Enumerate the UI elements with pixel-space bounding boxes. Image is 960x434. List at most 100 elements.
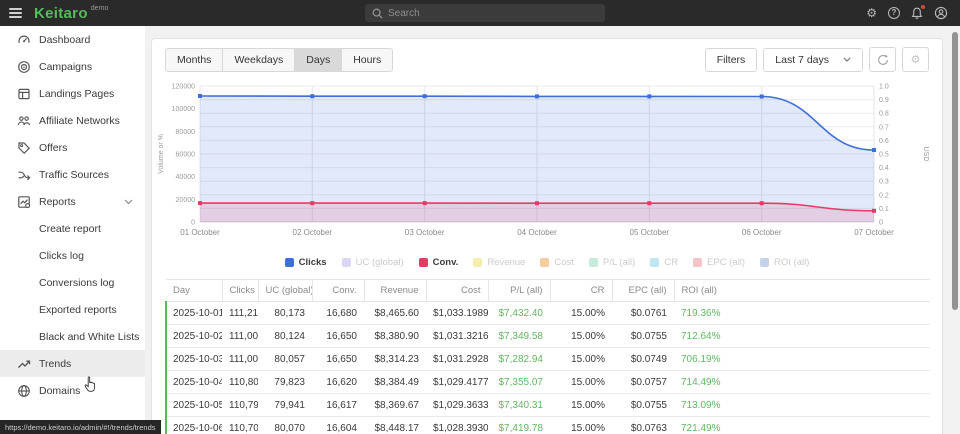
legend-label: P/L (all) bbox=[603, 257, 635, 268]
cell-epc-all: $0.0755 bbox=[612, 325, 674, 348]
table-row: 2025-10-04110,8079,82316,620$8,384.49$1,… bbox=[166, 371, 930, 394]
cell-cr: 15.00% bbox=[550, 417, 612, 434]
legend-item-cost[interactable]: Cost bbox=[540, 257, 574, 268]
sidebar-item-traffic-sources[interactable]: Traffic Sources bbox=[0, 161, 145, 188]
legend-item-conv[interactable]: Conv. bbox=[419, 257, 459, 268]
svg-text:04 October: 04 October bbox=[517, 228, 557, 237]
cell-day: 2025-10-03 bbox=[166, 348, 222, 371]
cell-uc-global: 80,124 bbox=[258, 325, 312, 348]
sidebar-item-exported-reports[interactable]: Exported reports bbox=[0, 296, 145, 323]
sidebar-item-offers[interactable]: Offers bbox=[0, 134, 145, 161]
legend-item-uc-global[interactable]: UC (global) bbox=[342, 257, 404, 268]
sidebar-item-label: Trends bbox=[39, 358, 71, 370]
legend-item-revenue[interactable]: Revenue bbox=[473, 257, 525, 268]
column-header-conv[interactable]: Conv. bbox=[312, 280, 364, 302]
cell-roi-all: 719.36% bbox=[674, 302, 930, 325]
svg-text:20000: 20000 bbox=[176, 197, 196, 204]
cell-p-l-all: $7,432.40 bbox=[488, 302, 550, 325]
cell-uc-global: 80,057 bbox=[258, 348, 312, 371]
scrollbar-thumb[interactable] bbox=[952, 32, 958, 310]
legend-label: EPC (all) bbox=[707, 257, 745, 268]
column-header-revenue[interactable]: Revenue bbox=[364, 280, 426, 302]
sidebar-item-trends[interactable]: Trends bbox=[0, 350, 145, 377]
legend-item-clicks[interactable]: Clicks bbox=[285, 257, 327, 268]
tab-days[interactable]: Days bbox=[295, 49, 342, 71]
table-header-row: DayClicksUC (global)Conv.RevenueCostP/L … bbox=[166, 280, 930, 302]
column-header-p-l-all[interactable]: P/L (all) bbox=[488, 280, 550, 302]
sidebar-item-create-report[interactable]: Create report bbox=[0, 215, 145, 242]
trends-icon bbox=[17, 357, 31, 371]
column-header-day[interactable]: Day bbox=[166, 280, 222, 302]
sidebar-item-label: Black and White Lists bbox=[39, 331, 139, 343]
date-range-select[interactable]: Last 7 days bbox=[763, 48, 863, 72]
cell-p-l-all: $7,349.58 bbox=[488, 325, 550, 348]
cell-revenue: $8,369.67 bbox=[364, 394, 426, 417]
legend-item-epc-all[interactable]: EPC (all) bbox=[693, 257, 745, 268]
svg-text:06 October: 06 October bbox=[742, 228, 782, 237]
sidebar-item-campaigns[interactable]: Campaigns bbox=[0, 53, 145, 80]
svg-text:05 October: 05 October bbox=[630, 228, 670, 237]
legend-swatch bbox=[540, 258, 549, 267]
sidebar-item-domains[interactable]: Domains bbox=[0, 377, 145, 404]
legend-item-p-l-all[interactable]: P/L (all) bbox=[589, 257, 635, 268]
cell-day: 2025-10-04 bbox=[166, 371, 222, 394]
sidebar-item-label: Clicks log bbox=[39, 250, 84, 262]
page-scrollbar[interactable] bbox=[950, 26, 960, 434]
svg-text:80000: 80000 bbox=[176, 129, 196, 136]
sidebar-item-dashboard[interactable]: Dashboard bbox=[0, 26, 145, 53]
tab-months[interactable]: Months bbox=[166, 49, 223, 71]
svg-text:100000: 100000 bbox=[172, 106, 195, 113]
global-search[interactable] bbox=[365, 4, 605, 22]
svg-text:120000: 120000 bbox=[172, 84, 195, 91]
svg-text:0.3: 0.3 bbox=[879, 179, 889, 186]
sidebar-item-reports[interactable]: Reports bbox=[0, 188, 145, 215]
cell-uc-global: 80,173 bbox=[258, 302, 312, 325]
sidebar-item-landings-pages[interactable]: Landings Pages bbox=[0, 80, 145, 107]
campaigns-icon bbox=[17, 60, 31, 74]
main-content: MonthsWeekdaysDaysHours Filters Last 7 d… bbox=[145, 26, 950, 434]
column-header-roi-all[interactable]: ROI (all) bbox=[674, 280, 930, 302]
report-settings-button[interactable]: ⚙ bbox=[902, 47, 929, 72]
legend-item-cr[interactable]: CR bbox=[650, 257, 678, 268]
app-logo[interactable]: Keitaro bbox=[34, 5, 88, 22]
sidebar-item-label: Affiliate Networks bbox=[39, 115, 120, 127]
legend-swatch bbox=[473, 258, 482, 267]
notification-badge bbox=[921, 5, 925, 9]
menu-toggle-icon[interactable] bbox=[0, 0, 30, 26]
column-header-clicks[interactable]: Clicks bbox=[222, 280, 258, 302]
sidebar-item-clicks-log[interactable]: Clicks log bbox=[0, 242, 145, 269]
legend-swatch bbox=[650, 258, 659, 267]
settings-icon[interactable]: ⚙ bbox=[866, 7, 877, 19]
filters-button[interactable]: Filters bbox=[705, 48, 758, 72]
table-row: 2025-10-05110,7979,94116,617$8,369.67$1,… bbox=[166, 394, 930, 417]
account-icon[interactable] bbox=[934, 6, 948, 20]
legend-label: Cost bbox=[554, 257, 574, 268]
chart-legend: Clicks UC (global) Conv. Revenue Cost P/L (al… bbox=[152, 251, 942, 273]
cell-revenue: $8,384.49 bbox=[364, 371, 426, 394]
column-header-epc-all[interactable]: EPC (all) bbox=[612, 280, 674, 302]
tab-weekdays[interactable]: Weekdays bbox=[223, 49, 295, 71]
trends-card: MonthsWeekdaysDaysHours Filters Last 7 d… bbox=[151, 38, 943, 434]
search-input[interactable] bbox=[388, 8, 598, 19]
sidebar-item-label: Traffic Sources bbox=[39, 169, 109, 181]
sidebar-item-conversions-log[interactable]: Conversions log bbox=[0, 269, 145, 296]
cell-day: 2025-10-06 bbox=[166, 417, 222, 434]
legend-swatch bbox=[589, 258, 598, 267]
refresh-button[interactable] bbox=[869, 47, 896, 72]
table-row: 2025-10-03111,0080,05716,650$8,314.23$1,… bbox=[166, 348, 930, 371]
column-header-cost[interactable]: Cost bbox=[426, 280, 488, 302]
cell-epc-all: $0.0755 bbox=[612, 394, 674, 417]
sidebar-item-affiliate-networks[interactable]: Affiliate Networks bbox=[0, 107, 145, 134]
cell-uc-global: 80,070 bbox=[258, 417, 312, 434]
sidebar-item-label: Conversions log bbox=[39, 277, 114, 289]
column-header-uc-global[interactable]: UC (global) bbox=[258, 280, 312, 302]
column-header-cr[interactable]: CR bbox=[550, 280, 612, 302]
sidebar-item-black-and-white-lists[interactable]: Black and White Lists bbox=[0, 323, 145, 350]
sidebar-item-label: Offers bbox=[39, 142, 67, 154]
cell-roi-all: 714.49% bbox=[674, 371, 930, 394]
cell-revenue: $8,448.17 bbox=[364, 417, 426, 434]
notifications-icon[interactable] bbox=[911, 7, 923, 20]
tab-hours[interactable]: Hours bbox=[342, 49, 392, 71]
help-icon[interactable]: ? bbox=[888, 7, 900, 19]
legend-item-roi-all[interactable]: ROI (all) bbox=[760, 257, 809, 268]
